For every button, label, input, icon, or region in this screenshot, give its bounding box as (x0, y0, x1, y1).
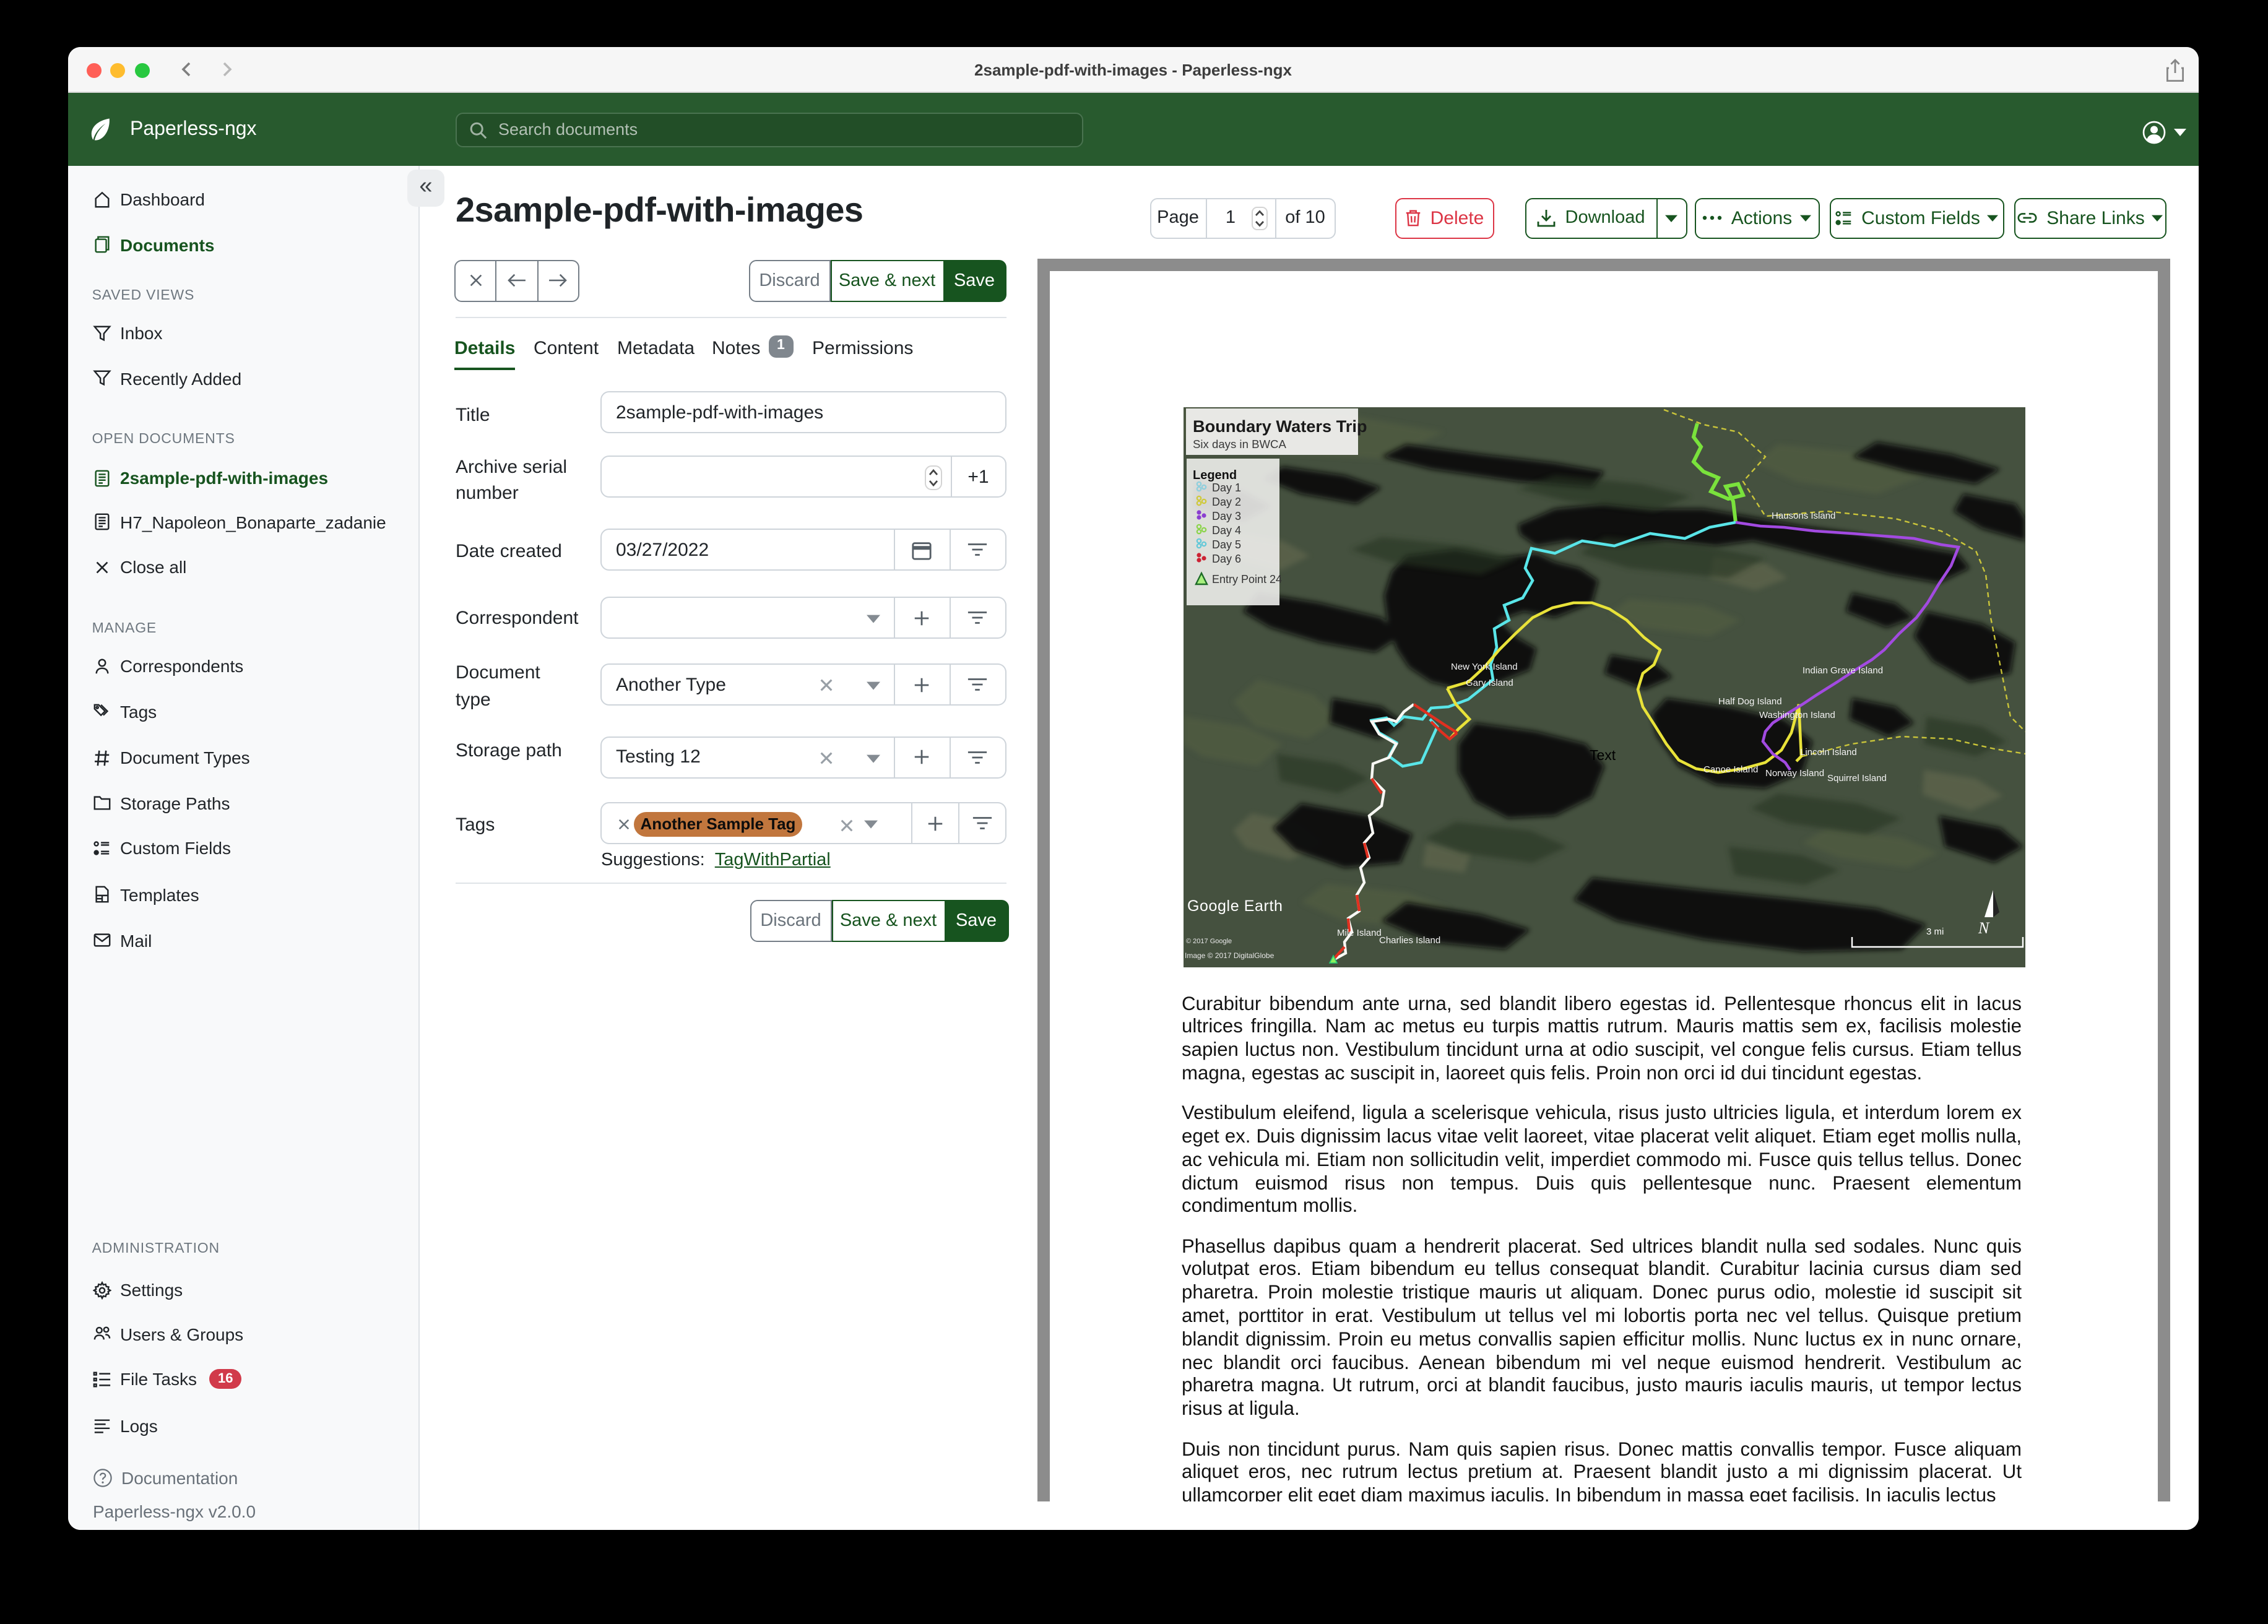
svg-text:Mile Island: Mile Island (1336, 928, 1381, 938)
svg-text:Text: Text (1589, 747, 1616, 763)
svg-text:Canoe Island: Canoe Island (1703, 764, 1757, 775)
svg-text:New York Island: New York Island (1450, 662, 1517, 672)
svg-text:Boundary Waters Trip: Boundary Waters Trip (1192, 417, 1367, 436)
svg-text:Indian Grave Island: Indian Grave Island (1802, 665, 1882, 676)
svg-text:N: N (1977, 919, 1989, 937)
svg-text:Entry Point 24: Entry Point 24 (1211, 573, 1281, 585)
svg-text:Day 3: Day 3 (1211, 510, 1240, 522)
svg-text:Day 5: Day 5 (1211, 538, 1240, 551)
svg-text:© 2017 Google: © 2017 Google (1185, 938, 1231, 945)
svg-text:Gary Island: Gary Island (1465, 678, 1513, 688)
svg-text:Google Earth: Google Earth (1187, 897, 1283, 915)
svg-text:3 mi: 3 mi (1926, 926, 1943, 937)
svg-text:Day 2: Day 2 (1211, 496, 1240, 508)
svg-text:Day 1: Day 1 (1211, 482, 1240, 494)
svg-text:Half Dog Island: Half Dog Island (1718, 696, 1781, 707)
svg-text:Image © 2017 DigitalGlobe: Image © 2017 DigitalGlobe (1184, 951, 1274, 960)
svg-text:Lincoln Island: Lincoln Island (1799, 747, 1856, 758)
svg-text:Six days in BWCA: Six days in BWCA (1192, 438, 1286, 451)
svg-text:Day 4: Day 4 (1211, 524, 1240, 537)
svg-text:Squirrel Island: Squirrel Island (1827, 773, 1886, 784)
svg-text:Day 6: Day 6 (1211, 553, 1240, 565)
svg-text:Norway Island: Norway Island (1765, 768, 1824, 779)
svg-text:Washington Island: Washington Island (1759, 710, 1835, 720)
svg-text:Charlies Island: Charlies Island (1379, 935, 1440, 946)
svg-text:Hausons Island: Hausons Island (1771, 511, 1835, 521)
svg-text:Legend: Legend (1192, 469, 1236, 482)
